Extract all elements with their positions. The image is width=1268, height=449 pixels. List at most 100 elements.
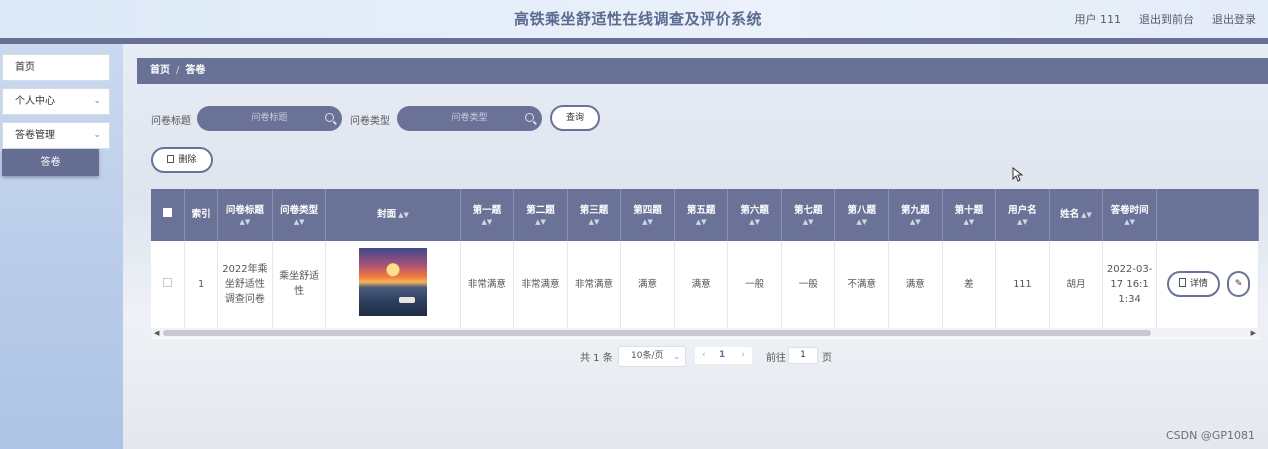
cell-q1: 非常满意 [460,241,515,329]
sort-icon[interactable]: ▲▼ [275,218,324,226]
horizontal-scrollbar[interactable]: ◀ ▶ [151,328,1259,338]
cell-actions: 详情 ✎ [1156,241,1259,329]
column-header[interactable]: 第六题 ▲▼ [727,189,782,241]
column-header[interactable]: 封面 ▲▼ [325,189,461,241]
row-checkbox-cell[interactable] [151,241,186,329]
sidebar-item-label: 首页 [15,62,35,73]
sidebar-subitem-answers[interactable]: 答卷 [2,149,99,176]
sidebar-item-personal-center[interactable]: 个人中心 ⌄ [2,88,110,115]
column-header[interactable]: 姓名 ▲▼ [1049,189,1104,241]
sort-icon[interactable]: ▲▼ [998,218,1047,226]
breadcrumb-home[interactable]: 首页 [150,65,170,76]
column-header[interactable]: 问卷标题 ▲▼ [217,189,273,241]
table-header-row: 索引 问卷标题 ▲▼ 问卷类型 ▲▼ 封面 ▲▼ 第一题 ▲▼ 第二题 ▲▼ 第三题 ▲▼ … [151,189,1259,241]
sort-icon[interactable]: ▲▼ [463,218,512,226]
trash-icon [167,155,175,163]
pager: ‹ 1 › [695,347,752,364]
column-header[interactable]: 问卷类型 ▲▼ [272,189,327,241]
top-header: 高铁乘坐舒适性在线调查及评价系统 用户 111 退出到前台 退出登录 [0,0,1268,38]
sort-icon[interactable]: ▲▼ [570,218,619,226]
type-search-input[interactable]: 问卷类型 [397,106,542,131]
row-checkbox[interactable] [163,277,173,287]
search-icon [325,113,334,122]
sort-icon[interactable]: ▲▼ [220,218,270,226]
sort-icon[interactable]: ▲▼ [677,218,726,226]
answers-table: 索引 问卷标题 ▲▼ 问卷类型 ▲▼ 封面 ▲▼ 第一题 ▲▼ 第二题 ▲▼ 第三题 ▲▼ … [151,189,1259,339]
detail-button[interactable]: 详情 [1166,271,1220,298]
sort-icon[interactable]: ▲▼ [1105,218,1154,226]
cell-q2: 非常满意 [513,241,568,329]
document-icon [1178,278,1186,288]
cell-time: 2022-03-17 16:11:34 [1102,241,1157,329]
cell-cover [325,241,461,329]
column-header[interactable]: 用户名 ▲▼ [995,189,1050,241]
column-header[interactable]: 第九题 ▲▼ [888,189,943,241]
sidebar-item-label: 个人中心 [15,96,55,107]
cell-q7: 一般 [781,241,836,329]
sort-icon[interactable]: ▲▼ [891,218,940,226]
header-divider-bar [0,38,1268,44]
column-header[interactable]: 第十题 ▲▼ [942,189,997,241]
search-icon [525,113,534,122]
select-all-checkbox-cell[interactable] [151,189,186,241]
back-to-frontend-link[interactable]: 退出到前台 [1139,11,1194,27]
chevron-down-icon: ⌄ [93,130,101,140]
header-user-menu: 用户 111 退出到前台 退出登录 [1075,11,1257,27]
column-header[interactable]: 第二题 ▲▼ [513,189,568,241]
edit-button[interactable]: ✎ [1226,271,1251,298]
page-size-select[interactable]: 10条/页 ⌄ [618,346,686,367]
sidebar: 首页 个人中心 ⌄ 答卷管理 ⌄ 答卷 [0,44,123,449]
sort-icon[interactable]: ▲▼ [945,218,994,226]
column-header[interactable]: 第七题 ▲▼ [781,189,836,241]
next-page-icon[interactable]: › [741,347,745,364]
sort-icon[interactable]: ▲▼ [398,211,409,219]
delete-button-label: 删除 [178,155,197,165]
cell-q10: 差 [942,241,997,329]
sidebar-item-home[interactable]: 首页 [2,54,110,81]
type-search-placeholder: 问卷类型 [451,113,488,123]
sort-icon[interactable]: ▲▼ [516,218,565,226]
column-header[interactable]: 答卷时间 ▲▼ [1102,189,1157,241]
query-button[interactable]: 查询 [550,105,600,131]
cell-q5: 满意 [674,241,729,329]
column-header[interactable]: 第三题 ▲▼ [567,189,622,241]
detail-button-label: 详情 [1189,279,1208,290]
column-header[interactable]: 第五题 ▲▼ [674,189,729,241]
sort-icon[interactable]: ▲▼ [837,218,886,226]
title-search-placeholder: 问卷标题 [251,113,288,123]
prev-page-icon[interactable]: ‹ [702,347,706,364]
title-search-input[interactable]: 问卷标题 [197,106,342,131]
scrollbar-thumb[interactable] [163,330,1151,336]
breadcrumb: 首页 / 答卷 [137,58,1268,84]
sort-icon[interactable]: ▲▼ [784,218,833,226]
cell-q4: 满意 [620,241,675,329]
cell-q6: 一般 [727,241,782,329]
title-search-label: 问卷标题 [151,116,191,127]
current-page-number[interactable]: 1 [719,347,725,364]
column-header: 索引 [184,189,219,241]
current-user-label: 用户 111 [1074,13,1122,26]
sidebar-item-answer-management[interactable]: 答卷管理 ⌄ [2,122,110,149]
delete-button[interactable]: 删除 [151,147,213,173]
cell-q9: 满意 [888,241,943,329]
cover-image [359,247,427,316]
column-header[interactable]: 第一题 ▲▼ [460,189,515,241]
cell-q3: 非常满意 [567,241,622,329]
cell-q8: 不满意 [834,241,890,329]
table-row: 1 2022年乘坐舒适性调查问卷 乘坐舒适性 非常满意 非常满意 非常满意 满意… [151,241,1259,329]
breadcrumb-current: 答卷 [185,65,206,76]
sort-icon[interactable]: ▲▼ [730,218,779,226]
actions-column-header [1156,189,1259,241]
pagination-total: 共 1 条 [580,353,613,364]
sort-icon[interactable]: ▲▼ [623,218,672,226]
page-size-value: 10条/页 [631,351,664,361]
cell-index: 1 [184,241,219,329]
column-header[interactable]: 第四题 ▲▼ [620,189,675,241]
select-all-checkbox[interactable] [163,208,173,217]
logout-link[interactable]: 退出登录 [1212,11,1256,27]
scroll-right-arrow-icon[interactable]: ▶ [1251,328,1256,338]
scroll-left-arrow-icon[interactable]: ◀ [154,328,159,338]
sort-icon[interactable]: ▲▼ [1081,211,1092,219]
goto-page-input[interactable]: 1 [788,347,818,364]
column-header[interactable]: 第八题 ▲▼ [834,189,890,241]
